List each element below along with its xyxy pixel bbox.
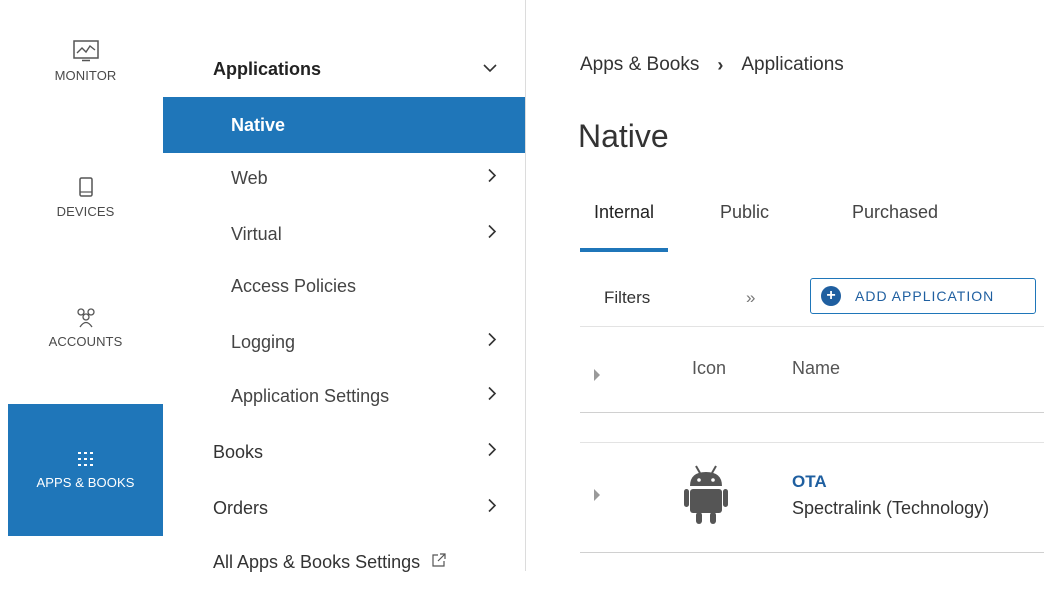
- tab-purchased[interactable]: Purchased: [852, 196, 938, 248]
- chevron-right-icon: [487, 168, 497, 188]
- nav-item-label: Access Policies: [231, 275, 357, 296]
- nav-item-application-settings[interactable]: Application Settings: [163, 368, 525, 424]
- breadcrumb-root[interactable]: Apps & Books: [580, 54, 699, 76]
- chevron-right-icon: [487, 386, 497, 406]
- nav-item-orders[interactable]: Orders: [163, 480, 525, 536]
- chevron-right-icon: [487, 224, 497, 244]
- nav-item-all-settings[interactable]: All Apps & Books Settings: [163, 534, 525, 590]
- rail-item-apps-books[interactable]: APPS & BOOKS: [8, 404, 163, 536]
- breadcrumb: Apps & Books › Applications: [580, 54, 844, 76]
- page-title: Native: [578, 118, 669, 154]
- rail-label-accounts: ACCOUNTS: [48, 334, 123, 349]
- device-icon: [78, 176, 94, 198]
- main-rail: MONITOR DEVICES ACCOUNTS APPS & BOOKS: [8, 0, 164, 571]
- nav-item-label: Applications: [213, 58, 322, 79]
- app-name-link[interactable]: OTA: [792, 472, 827, 492]
- plus-icon: +: [821, 286, 841, 306]
- main-content: Apps & Books › Applications Native Inter…: [526, 0, 1044, 571]
- external-link-icon: [432, 552, 446, 572]
- nav-item-label: Web: [231, 167, 268, 188]
- expand-filters-button[interactable]: »: [746, 288, 755, 308]
- accounts-icon: [74, 306, 98, 328]
- rail-label-monitor: MONITOR: [54, 68, 117, 83]
- tab-public[interactable]: Public: [720, 196, 769, 248]
- chevron-right-icon: [487, 498, 497, 518]
- nav-item-web[interactable]: Web: [163, 150, 525, 206]
- nav-item-label: Virtual: [231, 223, 282, 244]
- breadcrumb-current[interactable]: Applications: [741, 54, 843, 76]
- nav-item-books[interactable]: Books: [163, 424, 525, 480]
- breadcrumb-separator: ›: [717, 54, 724, 75]
- filters-button[interactable]: Filters: [604, 288, 650, 308]
- tab-internal[interactable]: Internal: [580, 196, 669, 252]
- rail-item-monitor[interactable]: MONITOR: [8, 40, 163, 120]
- nav-item-logging[interactable]: Logging: [163, 314, 525, 370]
- rail-item-accounts[interactable]: ACCOUNTS: [8, 306, 163, 386]
- column-header-name[interactable]: Name: [792, 358, 840, 379]
- nav-item-access-policies[interactable]: Access Policies: [163, 258, 525, 314]
- column-header-icon[interactable]: Icon: [692, 358, 726, 379]
- apps-grid-icon: [77, 451, 95, 469]
- nav-item-label: Logging: [231, 331, 296, 352]
- nav-item-native[interactable]: Native: [163, 97, 525, 153]
- nav-item-label: Books: [213, 441, 264, 462]
- monitor-icon: [72, 40, 100, 62]
- table-header: Icon Name: [580, 342, 1044, 413]
- app-organization: Spectralink (Technology): [792, 498, 990, 518]
- nav-item-label: Native: [231, 114, 286, 135]
- secondary-nav: Applications Native Web Virtual Access P…: [163, 0, 526, 572]
- table-row-partial: [580, 412, 1044, 443]
- nav-item-virtual[interactable]: Virtual: [163, 206, 525, 262]
- nav-item-label: Application Settings: [231, 385, 390, 406]
- chevron-right-icon: [487, 442, 497, 462]
- chevron-right-icon: [487, 332, 497, 352]
- nav-item-label: All Apps & Books Settings: [213, 551, 421, 572]
- expand-all-caret-icon[interactable]: [594, 369, 600, 381]
- chevron-down-icon: [483, 60, 497, 78]
- row-expand-caret-icon[interactable]: [594, 489, 600, 501]
- rail-label-apps-books: APPS & BOOKS: [36, 474, 135, 490]
- rail-item-devices[interactable]: DEVICES: [8, 176, 163, 256]
- table-toolbar: Filters » + ADD APPLICATION: [580, 274, 1044, 327]
- rail-label-devices: DEVICES: [56, 204, 115, 219]
- table-row[interactable]: OTA Spectralink (Technology): [580, 442, 1044, 553]
- add-application-button[interactable]: + ADD APPLICATION: [810, 278, 1036, 314]
- nav-item-label: Orders: [213, 497, 269, 518]
- add-application-label: ADD APPLICATION: [855, 288, 995, 304]
- nav-item-applications[interactable]: Applications: [163, 41, 525, 97]
- android-icon: [684, 462, 728, 533]
